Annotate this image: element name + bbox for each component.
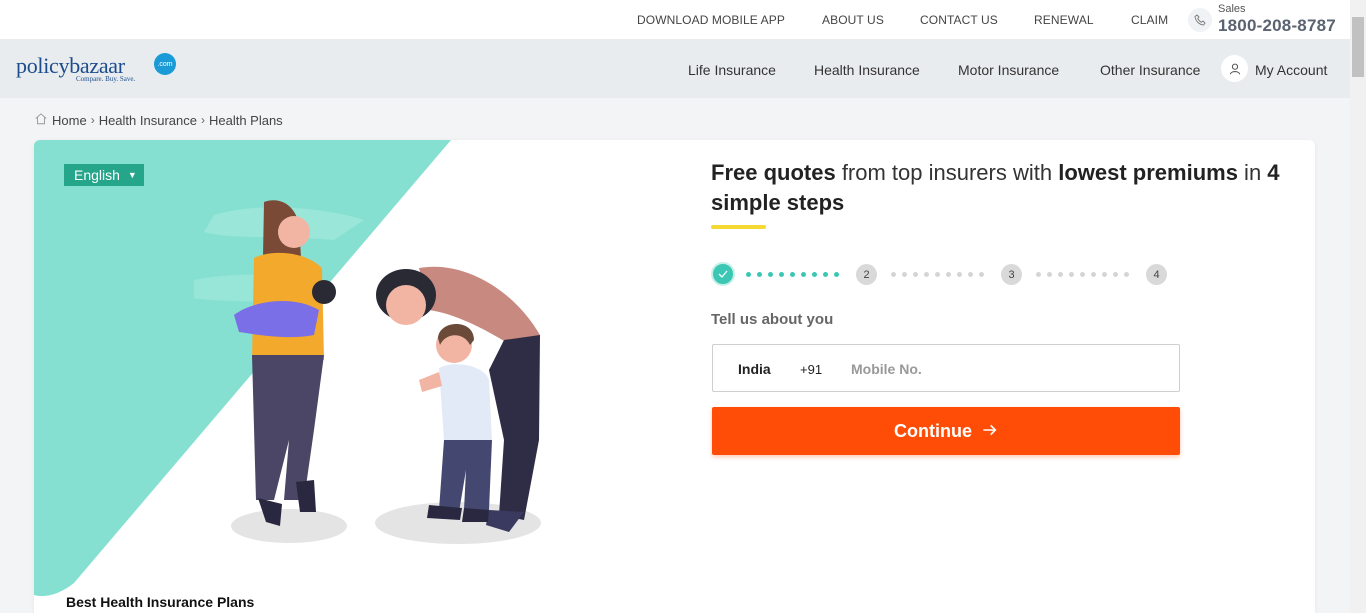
home-icon[interactable]: [34, 112, 48, 128]
step-4-indicator: 4: [1146, 264, 1167, 285]
step-2-indicator: 2: [856, 264, 877, 285]
family-illustration: English ▼ Best Health Insurance Plans: [34, 140, 674, 613]
nav-life-insurance[interactable]: Life Insurance: [688, 62, 776, 78]
continue-button[interactable]: Continue: [712, 407, 1180, 455]
sales-number[interactable]: 1800-208-8787: [1218, 16, 1336, 36]
best-plans-heading: Best Health Insurance Plans: [66, 594, 255, 610]
language-value: English: [74, 167, 120, 183]
nav-other-insurance[interactable]: Other Insurance: [1100, 62, 1200, 78]
step-progress: 2 3 4: [711, 262, 1191, 286]
contact-us-link[interactable]: CONTACT US: [920, 13, 998, 27]
dial-code: +91: [800, 362, 823, 377]
arrow-right-icon: [982, 421, 998, 442]
breadcrumb-health-insurance[interactable]: Health Insurance: [99, 113, 197, 128]
renewal-link[interactable]: RENEWAL: [1034, 13, 1094, 27]
headline-underline: [711, 225, 766, 229]
download-app-link[interactable]: DOWNLOAD MOBILE APP: [637, 13, 785, 27]
step-connector: [891, 272, 984, 277]
chevron-right-icon: ›: [200, 113, 205, 127]
continue-label: Continue: [894, 420, 972, 441]
nav-health-insurance[interactable]: Health Insurance: [814, 62, 920, 78]
family-illustration-art: [34, 140, 541, 597]
mobile-input[interactable]: [851, 353, 1151, 385]
check-icon: [711, 262, 735, 286]
section-label: Tell us about you: [711, 311, 834, 328]
claim-link[interactable]: CLAIM: [1131, 13, 1168, 27]
chevron-down-icon: ▼: [127, 170, 137, 180]
mobile-field-group: India +91: [712, 344, 1180, 392]
step-connector-done: [746, 272, 839, 277]
step-3-indicator: 3: [1001, 264, 1022, 285]
step-connector: [1036, 272, 1129, 277]
nav-motor-insurance[interactable]: Motor Insurance: [958, 62, 1059, 78]
breadcrumb-home[interactable]: Home: [52, 113, 87, 128]
my-account-link[interactable]: My Account: [1255, 62, 1327, 78]
headline-text-2: in: [1237, 160, 1268, 185]
main-navbar: policybazaar Compare. Buy. Save. .com Li…: [0, 39, 1350, 98]
logo-com-badge: .com: [154, 53, 176, 75]
about-us-link[interactable]: ABOUT US: [822, 13, 884, 27]
sales-label: Sales: [1218, 3, 1246, 15]
phone-icon[interactable]: [1188, 8, 1212, 32]
headline-strong-2: lowest premiums: [1058, 160, 1238, 185]
logo-tagline: Compare. Buy. Save.: [76, 75, 136, 83]
breadcrumb: Home › Health Insurance › Health Plans: [34, 112, 283, 128]
page-scrollbar[interactable]: [1350, 0, 1366, 613]
headline-text-1: from top insurers with: [835, 160, 1059, 185]
scrollbar-thumb[interactable]: [1352, 17, 1364, 77]
policybazaar-logo[interactable]: policybazaar Compare. Buy. Save. .com: [16, 51, 176, 87]
quote-card: English ▼ Best Health Insurance Plans Fr…: [34, 140, 1315, 613]
country-selector[interactable]: India: [738, 361, 771, 377]
user-icon[interactable]: [1221, 55, 1248, 82]
top-utility-bar: DOWNLOAD MOBILE APP ABOUT US CONTACT US …: [0, 0, 1350, 39]
form-headline: Free quotes from top insurers with lowes…: [711, 158, 1291, 218]
language-selector[interactable]: English ▼: [64, 164, 144, 186]
breadcrumb-health-plans: Health Plans: [208, 112, 283, 128]
chevron-right-icon: ›: [90, 113, 95, 127]
headline-strong-1: Free quotes: [711, 160, 836, 185]
